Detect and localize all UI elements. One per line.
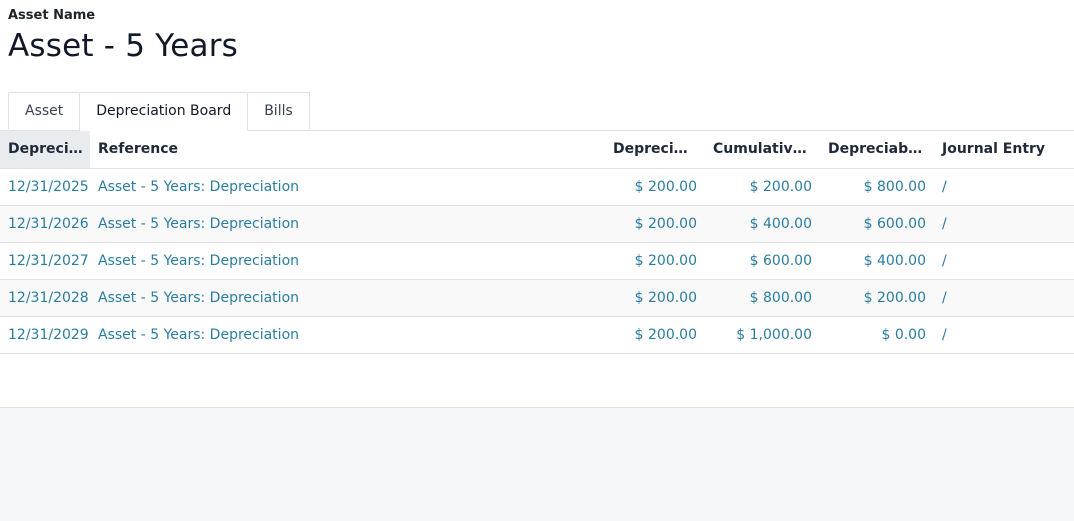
tab-bills[interactable]: Bills [247, 92, 310, 129]
chevron-up-icon: ⌃ [89, 142, 90, 155]
depreciation-board-table: Depreci... ⌃ Reference Depreciation Cumul… [0, 131, 1074, 354]
asset-name-field[interactable]: Asset - 5 Years [8, 28, 238, 64]
column-header-cumulative-depreciation[interactable]: Cumulative D... [705, 131, 820, 169]
column-header-date-label: Depreci... [8, 141, 85, 158]
cell-date[interactable]: 12/31/2029 [0, 316, 90, 354]
cell-depreciation[interactable]: $ 200.00 [605, 205, 705, 243]
cell-depreciation[interactable]: $ 200.00 [605, 242, 705, 280]
table-row[interactable]: 12/31/2029 Asset - 5 Years: Depreciation… [0, 316, 1074, 354]
cell-cumulative-depreciation[interactable]: $ 400.00 [705, 205, 820, 243]
column-header-depreciation[interactable]: Depreciation [605, 131, 705, 169]
cell-depreciable-value[interactable]: $ 800.00 [820, 168, 934, 206]
cell-reference[interactable]: Asset - 5 Years: Depreciation [90, 279, 605, 317]
cell-journal-entry[interactable]: / [934, 205, 1074, 243]
cell-cumulative-depreciation[interactable]: $ 800.00 [705, 279, 820, 317]
cell-depreciable-value[interactable]: $ 600.00 [820, 205, 934, 243]
cell-date[interactable]: 12/31/2028 [0, 279, 90, 317]
cell-date[interactable]: 12/31/2025 [0, 168, 90, 206]
cell-depreciable-value[interactable]: $ 200.00 [820, 279, 934, 317]
cell-depreciation[interactable]: $ 200.00 [605, 316, 705, 354]
notebook-tabs: Asset Depreciation Board Bills [8, 92, 310, 131]
cell-date[interactable]: 12/31/2026 [0, 205, 90, 243]
cell-reference[interactable]: Asset - 5 Years: Depreciation [90, 242, 605, 280]
form-footer-area [0, 407, 1074, 521]
cell-journal-entry[interactable]: / [934, 242, 1074, 280]
cell-depreciation[interactable]: $ 200.00 [605, 168, 705, 206]
cell-cumulative-depreciation[interactable]: $ 600.00 [705, 242, 820, 280]
tab-asset[interactable]: Asset [8, 92, 81, 129]
cell-journal-entry[interactable]: / [934, 279, 1074, 317]
cell-depreciation[interactable]: $ 200.00 [605, 279, 705, 317]
cell-reference[interactable]: Asset - 5 Years: Depreciation [90, 205, 605, 243]
cell-depreciable-value[interactable]: $ 0.00 [820, 316, 934, 354]
table-header-row: Depreci... ⌃ Reference Depreciation Cumul… [0, 131, 1074, 169]
asset-form-page: Asset Name Asset - 5 Years Asset Depreci… [0, 0, 1074, 521]
column-header-journal-entry[interactable]: Journal Entry [934, 131, 1074, 169]
tab-depreciation-board[interactable]: Depreciation Board [79, 92, 249, 131]
table-row[interactable]: 12/31/2027 Asset - 5 Years: Depreciation… [0, 242, 1074, 280]
column-header-reference[interactable]: Reference [90, 131, 605, 169]
cell-reference[interactable]: Asset - 5 Years: Depreciation [90, 316, 605, 354]
cell-reference[interactable]: Asset - 5 Years: Depreciation [90, 168, 605, 206]
column-header-depreciable-value[interactable]: Depreciable ... [820, 131, 934, 169]
cell-cumulative-depreciation[interactable]: $ 1,000.00 [705, 316, 820, 354]
table-row[interactable]: 12/31/2026 Asset - 5 Years: Depreciation… [0, 205, 1074, 243]
cell-depreciable-value[interactable]: $ 400.00 [820, 242, 934, 280]
form-sheet: Asset Name Asset - 5 Years Asset Depreci… [0, 0, 1074, 407]
cell-date[interactable]: 12/31/2027 [0, 242, 90, 280]
cell-journal-entry[interactable]: / [934, 168, 1074, 206]
cell-cumulative-depreciation[interactable]: $ 200.00 [705, 168, 820, 206]
table-row[interactable]: 12/31/2025 Asset - 5 Years: Depreciation… [0, 168, 1074, 206]
cell-journal-entry[interactable]: / [934, 316, 1074, 354]
column-header-date[interactable]: Depreci... ⌃ [0, 131, 90, 169]
asset-name-label: Asset Name [8, 8, 96, 23]
table-row[interactable]: 12/31/2028 Asset - 5 Years: Depreciation… [0, 279, 1074, 317]
